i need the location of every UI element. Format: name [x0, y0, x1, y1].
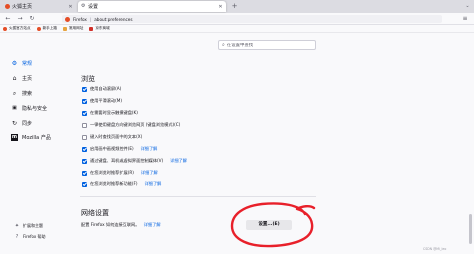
sidebar-item-search[interactable]: ⌕ 搜索: [11, 88, 71, 98]
sidebar-item-label: 主页: [22, 75, 33, 82]
search-input[interactable]: [226, 42, 307, 48]
learn-more-link[interactable]: 详细了解: [144, 222, 161, 227]
sidebar-firefox-help[interactable]: ? Firefox 帮助: [14, 233, 46, 241]
checkbox[interactable]: [82, 86, 87, 92]
learn-more-link[interactable]: 详细了解: [141, 170, 158, 176]
checkbox-row[interactable]: 使用自动滚屏(A): [82, 85, 121, 93]
search-icon: ⌕: [222, 42, 225, 48]
bookmarks-toolbar: 火狐官方站点 新手上路 常用网址 京东商城: [0, 25, 474, 33]
checkbox-row[interactable]: 在您浏览时推荐扩展(R) 详细了解: [82, 169, 158, 177]
sidebar-item-label: Firefox 帮助: [23, 234, 46, 239]
network-description: 配置 Firefox 如何连接互联网。 详细了解: [81, 222, 161, 228]
checkbox-row[interactable]: 在需要时显示触摸键盘(K): [82, 109, 138, 117]
lock-icon: ▣: [12, 104, 17, 111]
help-icon: ?: [15, 234, 19, 240]
learn-more-link[interactable]: 详细了解: [145, 181, 162, 187]
sidebar-item-label: 同步: [22, 120, 33, 127]
checkbox[interactable]: [82, 158, 87, 164]
reload-button[interactable]: ↻: [28, 15, 36, 23]
folder-icon: [62, 26, 67, 31]
section-title-browsing: 浏览: [81, 75, 95, 83]
checkbox-row[interactable]: 使用平滑滚动(M): [82, 97, 122, 105]
checkbox-row[interactable]: 在您浏览时推荐新功能(F) 详细了解: [82, 180, 161, 188]
search-icon: ⌕: [12, 89, 17, 97]
scrollbar-thumb[interactable]: [468, 214, 472, 244]
mozilla-icon: m: [11, 133, 18, 141]
list-tabs-chevron-icon[interactable]: ⌄: [463, 2, 472, 11]
sidebar-item-mozilla-products[interactable]: m Mozilla 产品: [11, 132, 71, 142]
checkbox-label: 使用平滑滚动(M): [90, 98, 123, 103]
checkbox-label: 通过键盘、耳机或虚拟界面控制媒体(V): [90, 158, 164, 163]
bookmark-item[interactable]: 火狐官方站点: [3, 26, 31, 31]
sidebar-item-privacy[interactable]: ▣ 隐私与安全: [11, 103, 71, 113]
app-menu-button[interactable]: ≡: [460, 15, 470, 23]
url-text: about:preferences: [94, 16, 133, 22]
checkbox[interactable]: [82, 170, 87, 176]
sidebar-item-label: Mozilla 产品: [22, 134, 51, 141]
new-tab-button[interactable]: +: [230, 2, 239, 11]
sidebar-item-general[interactable]: ⚙ 常规: [11, 58, 71, 68]
checkbox-label: 在您浏览时推荐扩展(R): [90, 170, 134, 175]
url-brand: Firefox: [73, 16, 87, 22]
firefox-icon: [36, 26, 41, 31]
checkbox[interactable]: [82, 146, 87, 152]
bookmark-item[interactable]: 京东商城: [89, 26, 110, 31]
checkbox-label: 使用自动滚屏(A): [90, 86, 122, 91]
bookmark-item[interactable]: 新手上路: [36, 26, 57, 31]
checkbox-row[interactable]: 一律使用键盘方向键浏览网页 (键盘浏览模式)(C): [82, 121, 180, 129]
checkbox[interactable]: [82, 98, 87, 104]
gear-icon: ⚙: [81, 3, 86, 9]
gear-icon: ⚙: [11, 59, 18, 67]
firefox-icon: [3, 26, 7, 31]
checkbox-row[interactable]: 启用画中画视频控件(E) 详细了解: [82, 145, 157, 153]
checkbox-label: 启用画中画视频控件(E): [90, 146, 134, 151]
tab-title: 设置: [88, 4, 99, 10]
checkbox-row[interactable]: 键入时查找页面中的文本(X): [82, 133, 142, 141]
home-icon: ⌂: [12, 74, 17, 82]
checkbox[interactable]: [82, 134, 87, 140]
url-separator: |: [89, 16, 92, 22]
watermark: CSDN @Mi_leo: [423, 247, 447, 251]
checkbox-row[interactable]: 通过键盘、耳机或虚拟界面控制媒体(V) 详细了解: [82, 157, 187, 165]
back-button[interactable]: ←: [4, 15, 12, 23]
bookmark-folder[interactable]: 常用网址: [62, 26, 83, 31]
sidebar-item-sync[interactable]: ↻ 同步: [11, 118, 71, 128]
learn-more-link[interactable]: 详细了解: [141, 146, 158, 152]
firefox-icon: [65, 16, 70, 22]
sidebar-item-label: 搜索: [22, 90, 33, 97]
puzzle-icon: ✦: [14, 223, 20, 229]
checkbox-label: 键入时查找页面中的文本(X): [90, 134, 143, 139]
learn-more-link[interactable]: 详细了解: [170, 158, 187, 164]
checkbox-label: 在需要时显示触摸键盘(K): [90, 110, 138, 115]
firefox-icon: [5, 4, 10, 9]
sidebar-item-home[interactable]: ⌂ 主页: [11, 73, 71, 83]
url-bar[interactable]: Firefox | about:preferences: [62, 15, 442, 23]
close-tab-icon[interactable]: ✕: [68, 4, 73, 10]
annotation-circle: [230, 202, 316, 248]
forward-button[interactable]: →: [16, 15, 24, 23]
network-description-text: 配置 Firefox 如何连接互联网。: [81, 222, 140, 227]
sidebar-item-label: 常规: [22, 60, 33, 67]
network-settings-button[interactable]: 设置...(E): [246, 220, 292, 230]
close-tab-icon[interactable]: ✕: [218, 4, 223, 10]
checkbox[interactable]: [82, 181, 87, 187]
sync-icon: ↻: [11, 119, 18, 127]
section-divider: [80, 196, 316, 197]
tab-firefox-home[interactable]: 火狐主页 ✕: [2, 1, 76, 12]
checkbox[interactable]: [82, 122, 87, 128]
sidebar-item-label: 隐私与安全: [22, 105, 48, 112]
settings-search[interactable]: ⌕: [218, 40, 316, 50]
jd-icon: [89, 26, 94, 31]
checkbox[interactable]: [82, 110, 87, 116]
checkbox-label: 在您浏览时推荐新功能(F): [90, 181, 138, 186]
checkbox-label: 一律使用键盘方向键浏览网页 (键盘浏览模式)(C): [90, 122, 181, 127]
tab-settings[interactable]: ⚙ 设置 ✕: [78, 1, 226, 12]
sidebar-item-label: 扩展和主题: [23, 223, 43, 228]
sidebar-extensions-themes[interactable]: ✦ 扩展和主题: [14, 222, 43, 230]
section-title-network: 网络设置: [81, 209, 109, 217]
tab-title: 火狐主页: [12, 4, 33, 10]
